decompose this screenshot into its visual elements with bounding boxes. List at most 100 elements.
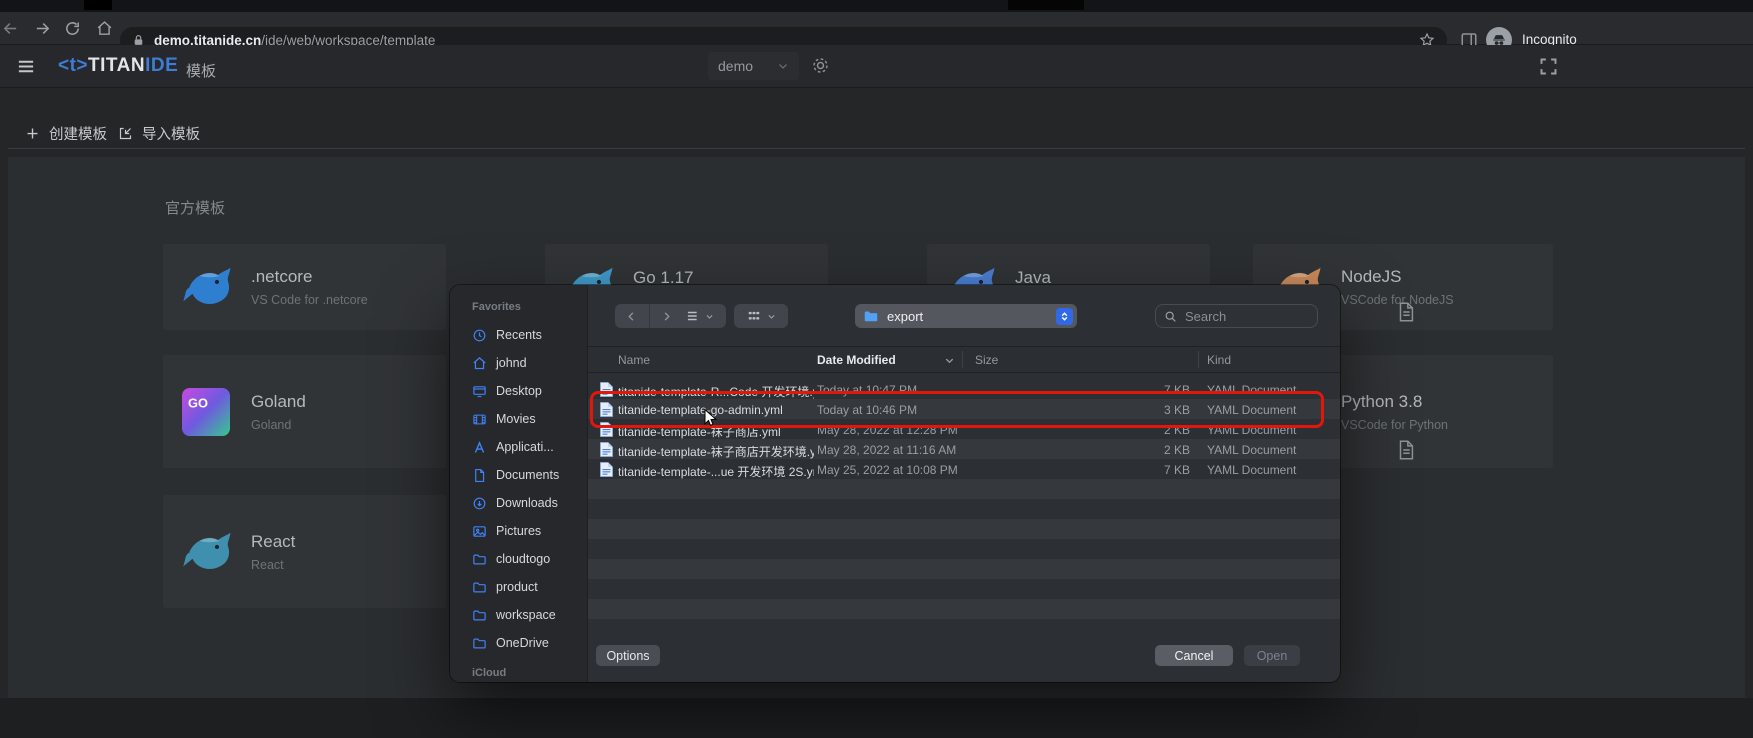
browser-toolbar: demo.titanide.cn/ide/web/workspace/templ… (0, 12, 1753, 45)
import-icon (118, 126, 133, 141)
search-icon (1164, 310, 1177, 323)
home-icon (472, 356, 487, 371)
forward-icon[interactable] (34, 20, 51, 37)
options-button[interactable]: Options (596, 645, 660, 666)
chevron-down-icon (767, 312, 776, 321)
group-view-button[interactable] (734, 304, 788, 328)
folder-icon (472, 608, 487, 623)
applications-icon (472, 440, 487, 455)
sidebar-item[interactable]: Downloads (450, 489, 587, 517)
dialog-main: export Name Date Modified Size Kind (588, 285, 1340, 682)
sidebar-item[interactable]: OneDrive (450, 629, 587, 657)
home-icon[interactable] (96, 20, 113, 37)
sidebar-item-label: Downloads (496, 496, 558, 510)
cancel-button[interactable]: Cancel (1155, 645, 1233, 666)
column-size[interactable]: Size (975, 353, 998, 367)
plus-icon (25, 126, 40, 141)
column-kind[interactable]: Kind (1207, 353, 1231, 367)
card-subtitle: React (251, 558, 295, 572)
folder-icon (472, 636, 487, 651)
workspace-selector[interactable]: demo (708, 52, 799, 80)
template-card[interactable]: GO Goland Goland (163, 355, 446, 468)
goland-icon: GO (179, 388, 233, 436)
card-title: React (251, 532, 295, 552)
sidebar-item[interactable]: Documents (450, 461, 587, 489)
empty-row (588, 619, 1340, 637)
create-template-label: 创建模板 (49, 123, 107, 144)
file-date-modified: May 28, 2022 at 11:16 AM (817, 443, 956, 457)
chevron-down-icon (777, 60, 789, 72)
workspace-name: demo (718, 58, 753, 74)
sidebar-item-label: Desktop (496, 384, 542, 398)
fullscreen-icon[interactable] (1538, 56, 1559, 77)
dialog-toolbar: export (588, 285, 1340, 346)
document-icon (472, 468, 487, 483)
file-badge-icon (1395, 301, 1417, 323)
file-size: 2 KB (1088, 443, 1190, 457)
search-input[interactable] (1183, 308, 1309, 325)
template-card[interactable]: React React (163, 495, 446, 608)
sidebar-item[interactable]: cloudtogo (450, 545, 587, 573)
file-size: 7 KB (1088, 463, 1190, 477)
card-text: React React (251, 532, 295, 572)
yaml-file-icon (600, 462, 613, 477)
sidebar-item[interactable]: Recents (450, 321, 587, 349)
import-template-button[interactable]: 导入模板 (118, 119, 200, 147)
dialog-sidebar: Favorites Recents johnd Deskt (450, 285, 588, 682)
clock-icon (472, 328, 487, 343)
create-template-button[interactable]: 创建模板 (25, 119, 107, 147)
file-badge-icon (1395, 439, 1417, 461)
logo-ide: IDE (145, 55, 178, 76)
card-subtitle: VSCode for Python (1341, 418, 1448, 432)
mouse-cursor (700, 408, 720, 428)
empty-row (588, 479, 1340, 499)
file-row[interactable]: titanide-template-...ue 开发环境 2S.yml May … (588, 459, 1340, 479)
titanide-logo[interactable]: <t>TITANIDE (58, 55, 178, 77)
browser-tab-strip (0, 0, 1753, 12)
sidebar-item[interactable]: product (450, 573, 587, 601)
list-view-button[interactable] (672, 304, 726, 328)
card-text: Goland Goland (251, 392, 306, 432)
location-dropdown[interactable]: export (855, 304, 1077, 328)
card-subtitle: Goland (251, 418, 306, 432)
screen: demo.titanide.cn/ide/web/workspace/templ… (0, 0, 1753, 738)
download-icon (472, 496, 487, 511)
file-name: titanide-template-...ue 开发环境 2S.yml (618, 463, 814, 480)
column-divider (1198, 351, 1199, 368)
template-card[interactable]: .netcore VS Code for .netcore (163, 244, 446, 330)
menu-icon[interactable] (16, 57, 36, 76)
dialog-back-button[interactable] (615, 304, 650, 328)
settings-gear-icon[interactable] (810, 55, 831, 76)
sidebar-item-label: Applicati... (496, 440, 554, 454)
file-kind: YAML Document (1207, 443, 1296, 457)
reload-icon[interactable] (64, 20, 81, 37)
back-icon[interactable] (2, 20, 19, 37)
sidebar-item-label: Documents (496, 468, 559, 482)
sidebar-item[interactable]: Applicati... (450, 433, 587, 461)
sidebar-item[interactable]: workspace (450, 601, 587, 629)
sidebar-item[interactable]: Pictures (450, 517, 587, 545)
favorites-label: Favorites (450, 301, 587, 321)
open-button[interactable]: Open (1244, 645, 1300, 666)
page-footer (0, 698, 1753, 738)
sidebar-item[interactable]: Desktop (450, 377, 587, 405)
folder-icon (472, 552, 487, 567)
card-title: Python 3.8 (1341, 392, 1448, 412)
page-title: 模板 (186, 60, 216, 81)
sidebar-item[interactable]: Movies (450, 405, 587, 433)
column-name[interactable]: Name (618, 353, 650, 367)
desktop-icon (472, 384, 487, 399)
column-date-modified[interactable]: Date Modified (817, 353, 896, 367)
file-row[interactable]: titanide-template-袜子商店开发环境.yml May 28, 2… (588, 439, 1340, 459)
toolbar-divider (8, 148, 1745, 149)
svg-text:GO: GO (188, 395, 208, 410)
card-title: NodeJS (1341, 267, 1454, 287)
dialog-footer: Options Cancel Open (588, 637, 1340, 682)
column-header-row: Name Date Modified Size Kind (588, 346, 1340, 373)
grid-view-icon (747, 309, 761, 323)
column-divider (962, 351, 963, 368)
film-icon (472, 412, 487, 427)
sidebar-item[interactable]: johnd (450, 349, 587, 377)
card-subtitle: VS Code for .netcore (251, 293, 368, 307)
tab-favicon-area (84, 0, 112, 10)
